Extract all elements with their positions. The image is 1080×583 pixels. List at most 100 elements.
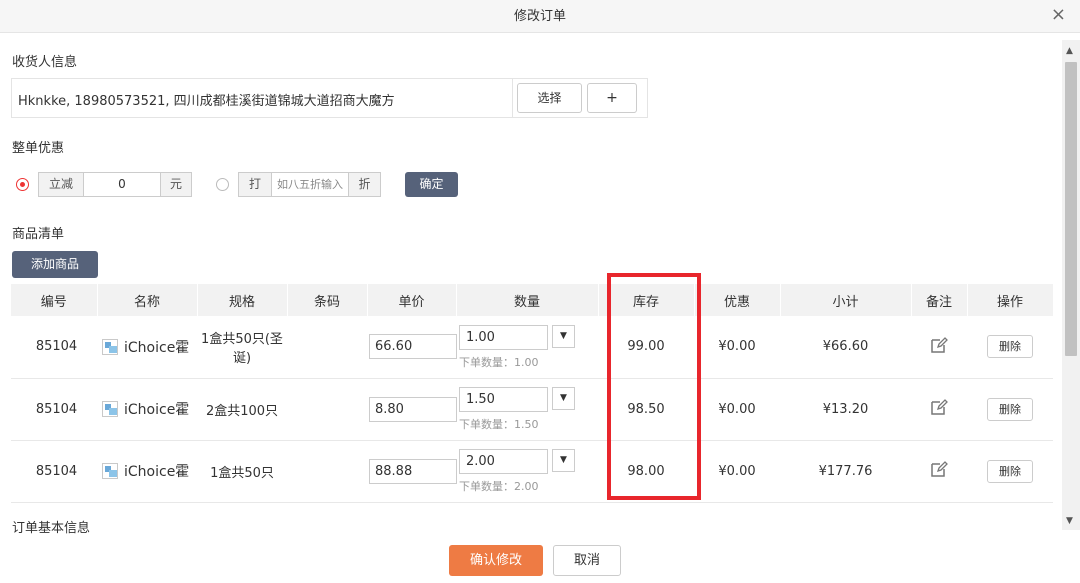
close-icon[interactable]: × [1051, 0, 1066, 30]
row-name-cell: iChoice霍 [97, 440, 197, 503]
row-price-cell: 88.88 [367, 440, 457, 503]
receiver-address: Hknkke, 18980573521, 四川成都桂溪街道锦城大道招商大魔方 [18, 94, 395, 109]
quantity-hint: 下单数量：2.00 [459, 480, 539, 493]
edit-icon[interactable] [930, 398, 948, 416]
chevron-down-icon[interactable]: ▼ [552, 387, 575, 410]
column-header: 名称 [97, 284, 198, 316]
row-subtotal: ¥13.20 [780, 378, 911, 441]
direct-discount-radio[interactable] [16, 178, 29, 191]
row-stock: 98.00 [598, 440, 694, 503]
dialog-title: 修改订单 [513, 9, 566, 24]
row-name-cell: iChoice霍 [97, 316, 197, 379]
row-spec: 1盒共50只(圣诞) [197, 316, 287, 379]
table-row: 85104 iChoice霍 1盒共50只(圣诞) 66.60 1.00 ▼ 下单数… [11, 316, 1053, 379]
column-header: 数量 [456, 284, 599, 316]
scrollbar[interactable]: ▲ ▼ [1062, 40, 1080, 530]
product-thumbnail-icon [102, 338, 118, 355]
row-discount: ¥0.00 [694, 378, 780, 441]
row-qty-cell: 1.00 ▼ 下单数量：1.00 [456, 316, 598, 379]
percent-discount-group: 打 如八五折输入 折 [238, 172, 381, 197]
row-stock: 98.50 [598, 378, 694, 441]
order-info-section-label: 订单基本信息 [12, 521, 91, 536]
discount-section-label: 整单优惠 [12, 141, 65, 156]
row-discount: ¥0.00 [694, 440, 780, 503]
row-barcode [287, 440, 367, 503]
price-input[interactable]: 88.88 [369, 458, 457, 484]
quantity-input[interactable]: 2.00 [459, 449, 548, 474]
column-header: 优惠 [694, 284, 781, 316]
direct-discount-suffix: 元 [161, 173, 191, 196]
table-row: 85104 iChoice霍 1盒共50只 88.88 2.00 ▼ 下单数量：2.… [11, 440, 1053, 503]
price-input[interactable]: 66.60 [369, 334, 457, 360]
row-name-cell: iChoice霍 [97, 378, 197, 441]
direct-discount-input[interactable]: 0 [83, 173, 161, 196]
percent-discount-radio[interactable] [216, 178, 229, 191]
row-action-cell: 删除 [967, 378, 1053, 441]
column-header: 库存 [598, 284, 695, 316]
dialog-titlebar: 修改订单 × [0, 0, 1080, 33]
quantity-hint: 下单数量：1.50 [459, 418, 539, 431]
column-header: 条码 [287, 284, 368, 316]
row-spec: 2盒共100只 [197, 378, 287, 441]
percent-discount-input[interactable]: 如八五折输入 [271, 173, 349, 196]
percent-discount-suffix: 折 [349, 173, 380, 196]
row-name[interactable]: iChoice霍 [124, 337, 189, 357]
price-input[interactable]: 8.80 [369, 396, 457, 422]
row-note-cell [911, 378, 967, 441]
quantity-input[interactable]: 1.00 [459, 324, 548, 350]
row-qty-cell: 2.00 ▼ 下单数量：2.00 [456, 440, 598, 503]
product-thumbnail-icon [102, 463, 118, 479]
table-header-row: 编号 名称 规格 条码 单价 数量 库存 优惠 小计 备注 操作 [11, 284, 1054, 316]
quantity-hint: 下单数量：1.00 [459, 355, 539, 369]
edit-icon[interactable] [930, 460, 948, 478]
product-thumbnail-icon [102, 401, 118, 417]
percent-discount-prefix: 打 [239, 173, 271, 196]
direct-discount-group: 立减 0 元 [38, 172, 192, 197]
row-spec: 1盒共50只 [197, 440, 287, 503]
add-goods-button[interactable]: 添加商品 [12, 251, 98, 278]
receiver-section-label: 收货人信息 [12, 55, 78, 70]
column-header: 操作 [967, 284, 1054, 316]
add-receiver-button[interactable]: + [587, 83, 637, 113]
row-stock: 99.00 [598, 316, 694, 379]
delete-button[interactable]: 删除 [987, 397, 1033, 421]
delete-button[interactable]: 删除 [987, 335, 1033, 359]
row-action-cell: 删除 [967, 440, 1053, 503]
row-id: 85104 [11, 316, 97, 379]
edit-order-dialog: 修改订单 × 收货人信息 Hknkke, 18980573521, 四川成都桂溪… [0, 0, 1080, 583]
quantity-input[interactable]: 1.50 [459, 387, 548, 412]
row-name[interactable]: iChoice霍 [124, 399, 189, 419]
row-discount: ¥0.00 [694, 316, 780, 379]
column-header: 规格 [197, 284, 288, 316]
row-barcode [287, 378, 367, 441]
scroll-down-icon[interactable]: ▼ [1066, 516, 1073, 526]
confirm-edit-button[interactable]: 确认修改 [449, 545, 543, 576]
row-qty-cell: 1.50 ▼ 下单数量：1.50 [456, 378, 598, 441]
scroll-up-icon[interactable]: ▲ [1066, 46, 1073, 56]
delete-button[interactable]: 删除 [987, 459, 1033, 483]
row-subtotal: ¥177.76 [780, 440, 911, 503]
address-divider [512, 79, 513, 117]
row-name[interactable]: iChoice霍 [124, 461, 189, 481]
select-receiver-button[interactable]: 选择 [517, 83, 582, 113]
goods-section-label: 商品清单 [12, 227, 65, 242]
column-header: 编号 [11, 284, 98, 316]
row-id: 85104 [11, 440, 97, 503]
row-subtotal: ¥66.60 [780, 316, 911, 379]
column-header: 单价 [367, 284, 457, 316]
goods-table: 编号 名称 规格 条码 单价 数量 库存 优惠 小计 备注 操作 85104 i… [11, 284, 1054, 503]
row-note-cell [911, 316, 967, 379]
row-price-cell: 66.60 [367, 316, 457, 379]
scrollbar-thumb[interactable] [1065, 62, 1077, 356]
edit-icon[interactable] [930, 336, 948, 354]
chevron-down-icon[interactable]: ▼ [552, 449, 575, 472]
column-header: 小计 [780, 284, 912, 316]
cancel-button[interactable]: 取消 [553, 545, 621, 576]
direct-discount-prefix: 立减 [39, 173, 83, 196]
column-header: 备注 [911, 284, 968, 316]
row-note-cell [911, 440, 967, 503]
table-row: 85104 iChoice霍 2盒共100只 8.80 1.50 ▼ 下单数量：1.… [11, 378, 1053, 441]
row-id: 85104 [11, 378, 97, 441]
chevron-down-icon[interactable]: ▼ [552, 324, 575, 348]
confirm-discount-button[interactable]: 确定 [405, 172, 458, 197]
